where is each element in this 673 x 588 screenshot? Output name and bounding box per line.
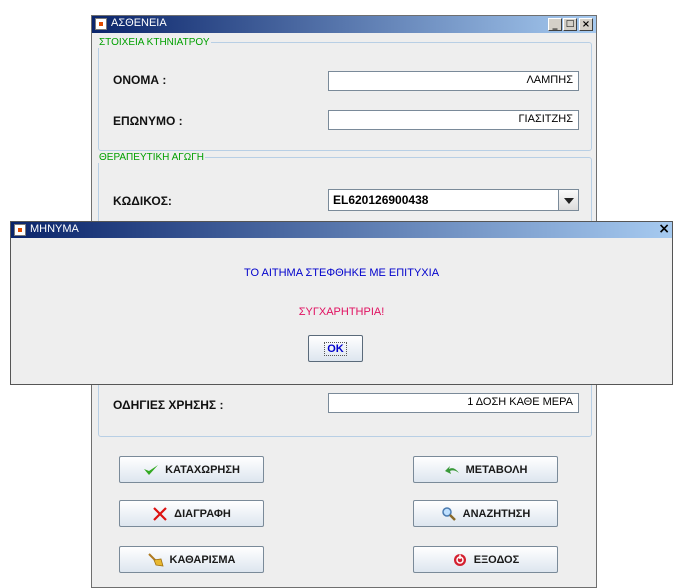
delete-button[interactable]: ΔΙΑΓΡΑΦΗ (119, 500, 264, 527)
modify-button-label: ΜΕΤΑΒΟΛΗ (465, 463, 528, 476)
broom-icon (147, 552, 164, 567)
save-button-label: ΚΑΤΑΧΩΡΗΣΗ (165, 463, 240, 476)
delete-button-label: ΔΙΑΓΡΑΦΗ (174, 507, 231, 520)
java-app-icon (14, 224, 26, 236)
clear-button[interactable]: ΚΑΘΑΡΙΣΜΑ (119, 546, 264, 573)
magnifier-icon (441, 506, 457, 521)
close-button[interactable]: × (579, 18, 593, 31)
dialog-titlebar[interactable]: ΜΗΝΥΜΑ × (11, 221, 672, 238)
undo-arrow-icon (444, 463, 460, 477)
minimize-button[interactable]: _ (548, 18, 562, 31)
modify-button[interactable]: ΜΕΤΑΒΟΛΗ (413, 456, 558, 483)
instructions-label: ΟΔΗΓΙΕΣ ΧΡΗΣΗΣ : (113, 398, 224, 412)
exit-icon (452, 553, 468, 567)
congrats-message: ΣΥΓΧΑΡΗΤΗΡΙΑ! (298, 306, 385, 318)
ok-button-label: OK (324, 341, 347, 356)
dialog-title: ΜΗΝΥΜΑ (30, 223, 79, 235)
treatment-legend: ΘΕΡΑΠΕΥΤΙΚΗ ΑΓΩΓΗ (99, 152, 204, 163)
exit-button-label: ΕΞΟΔΟΣ (473, 553, 520, 566)
code-value: EL620126900438 (333, 193, 429, 207)
checkmark-icon (143, 463, 159, 477)
red-x-icon (152, 506, 168, 521)
success-message: ΤΟ ΑΙΤΗΜΑ ΣΤΕΦΘΗΚΕ ΜΕ ΕΠΙΤΥΧΙΑ (243, 267, 440, 279)
save-button[interactable]: ΚΑΤΑΧΩΡΗΣΗ (119, 456, 264, 483)
chevron-down-icon[interactable] (558, 190, 578, 210)
name-field[interactable]: ΛΑΜΠΗΣ (328, 71, 579, 91)
surname-label: ΕΠΩΝΥΜΟ : (113, 114, 183, 128)
window-title: ΑΣΘΕΝΕΙΑ (111, 17, 167, 29)
message-dialog: ΜΗΝΥΜΑ × ΤΟ ΑΙΤΗΜΑ ΣΤΕΦΘΗΚΕ ΜΕ ΕΠΙΤΥΧΙΑ … (10, 221, 673, 385)
search-button-label: ΑΝΑΖΗΤΗΣΗ (462, 507, 531, 520)
surname-field[interactable]: ΓΙΑΣΙΤΖΗΣ (328, 110, 579, 130)
instructions-field[interactable]: 1 ΔΟΣΗ ΚΑΘΕ ΜΕΡΑ (328, 393, 579, 413)
name-label: ΟΝΟΜΑ : (113, 73, 167, 87)
java-app-icon (95, 18, 107, 30)
dialog-close-icon[interactable]: × (658, 221, 670, 237)
search-button[interactable]: ΑΝΑΖΗΤΗΣΗ (413, 500, 558, 527)
vet-info-legend: ΣΤΟΙΧΕΙΑ ΚΤΗΝΙΑΤΡΟΥ (99, 37, 210, 48)
code-label: ΚΩΔΙΚΟΣ: (113, 194, 172, 208)
window-titlebar[interactable]: ΑΣΘΕΝΕΙΑ _ □ × (92, 16, 596, 33)
vet-info-section: ΣΤΟΙΧΕΙΑ ΚΤΗΝΙΑΤΡΟΥ (98, 37, 592, 151)
code-combobox[interactable]: EL620126900438 (328, 189, 579, 211)
maximize-button[interactable]: □ (563, 18, 577, 31)
clear-button-label: ΚΑΘΑΡΙΣΜΑ (169, 553, 236, 566)
exit-button[interactable]: ΕΞΟΔΟΣ (413, 546, 558, 573)
ok-button[interactable]: OK (308, 335, 363, 362)
